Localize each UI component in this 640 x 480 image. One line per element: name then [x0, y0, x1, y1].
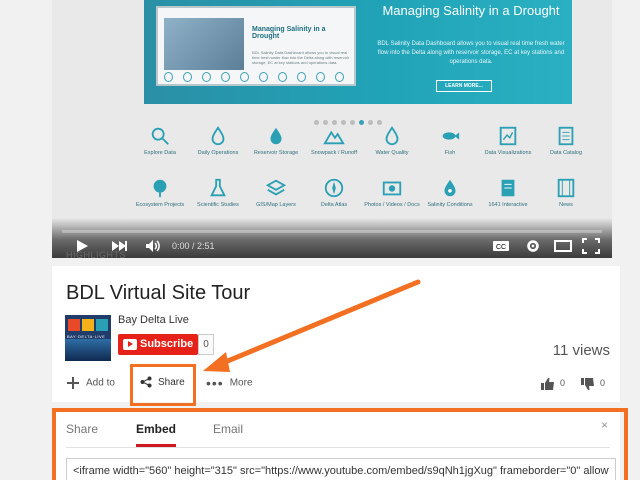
svg-text:CC: CC — [496, 244, 506, 251]
photo-icon — [382, 181, 402, 196]
subscribe-button[interactable]: Subscribe — [118, 334, 198, 355]
video-progress-bar[interactable] — [62, 230, 602, 233]
dislike-button[interactable]: 0 — [580, 376, 605, 391]
search-map-icon — [151, 127, 169, 145]
layers-icon — [265, 179, 287, 196]
icon-fish: Fish — [422, 125, 478, 157]
icon-explore-data: Explore Data — [132, 125, 188, 157]
add-to-button[interactable]: Add to — [66, 376, 115, 391]
youtube-play-icon — [123, 339, 137, 350]
salinity-icon — [444, 179, 456, 197]
like-button[interactable]: 0 — [540, 376, 565, 391]
video-controls-bar: 0:00 / 2:51 CC — [52, 218, 612, 258]
icon-snowpack: Snowpack / Runoff — [306, 125, 362, 157]
icon-daily-operations: Daily Operations — [190, 125, 246, 157]
more-label: More — [229, 377, 253, 389]
icon-reservoir-storage: Reservoir Storage — [248, 125, 304, 157]
icon-salinity-conditions: Salinity Conditions — [422, 177, 478, 209]
tree-icon — [153, 179, 167, 198]
like-count: 0 — [560, 378, 566, 388]
icon-photos-videos-docs: Photos / Videos / Docs — [364, 177, 420, 209]
catalog-icon — [558, 126, 574, 146]
hero-inner-body: BDL Salinity Data Dashboard allows you t… — [252, 50, 350, 65]
drop-icon — [270, 127, 282, 145]
view-count: 11 views — [552, 342, 610, 359]
hero-icons-row — [164, 72, 344, 82]
more-dots-icon: ••• — [206, 375, 224, 391]
icon-data-catalog: Data Catalog — [538, 125, 594, 157]
icon-data-visualizations: Data Visualizations — [480, 125, 536, 157]
add-to-label: Add to — [86, 377, 115, 389]
hero-title: Managing Salinity in a Drought — [382, 3, 560, 18]
mountain-icon — [323, 130, 345, 145]
document-icon — [501, 179, 515, 197]
plus-icon — [67, 377, 79, 389]
flask-icon — [210, 178, 226, 197]
youtube-page: Managing Salinity in a Drought BDL Salin… — [0, 0, 640, 480]
video-title: BDL Virtual Site Tour — [66, 282, 251, 304]
theater-mode-icon[interactable] — [554, 238, 572, 254]
gauge-icon — [211, 126, 225, 146]
captions-icon[interactable]: CC — [492, 238, 510, 254]
channel-avatar[interactable]: BAY·DELTA·LIVE — [65, 315, 111, 361]
more-button[interactable]: ••• More — [206, 376, 253, 391]
video-highlights-label: HIGHLIGHTS — [66, 250, 127, 260]
icon-ecosystem-projects: Ecosystem Projects — [132, 177, 188, 209]
dislike-count: 0 — [600, 378, 606, 388]
water-drop-icon — [385, 126, 399, 146]
hero-text: BDL Salinity Data Dashboard allows you t… — [377, 41, 565, 65]
icon-delta-atlas: Delta Atlas — [306, 177, 362, 209]
icon-news: News — [538, 177, 594, 209]
thumbs-up-icon — [541, 377, 554, 390]
share-highlight-box — [130, 364, 196, 406]
gear-icon[interactable] — [524, 238, 542, 254]
channel-name[interactable]: Bay Delta Live — [118, 314, 189, 326]
video-hero-banner: Managing Salinity in a Drought BDL Salin… — [144, 0, 572, 104]
icon-gis-map-layers: GIS/Map Layers — [248, 177, 304, 209]
video-player[interactable]: Managing Salinity in a Drought BDL Salin… — [52, 0, 612, 258]
embed-panel-highlight-box — [52, 408, 628, 480]
film-icon — [557, 178, 575, 198]
icon-water-quality: Water Quality — [364, 125, 420, 157]
volume-icon[interactable] — [144, 238, 162, 254]
fish-icon — [442, 132, 460, 140]
hero-learn-more: LEARN MORE... — [436, 80, 492, 92]
hero-inner-title: Managing Salinity in a Drought — [252, 26, 326, 40]
subscribe-label: Subscribe — [140, 338, 194, 350]
chart-icon — [499, 126, 517, 146]
hero-screenshot: Managing Salinity in a Drought BDL Salin… — [156, 6, 356, 86]
subscriber-count: 0 — [198, 334, 214, 355]
video-time: 0:00 / 2:51 — [172, 241, 215, 251]
icon-scientific-studies: Scientific Studies — [190, 177, 246, 209]
fullscreen-icon[interactable] — [582, 238, 600, 254]
hero-screenshot-image — [164, 18, 244, 70]
icon-1641-interactive: 1641 Interactive — [480, 177, 536, 209]
compass-icon — [324, 178, 344, 198]
thumbs-down-icon — [581, 377, 594, 390]
